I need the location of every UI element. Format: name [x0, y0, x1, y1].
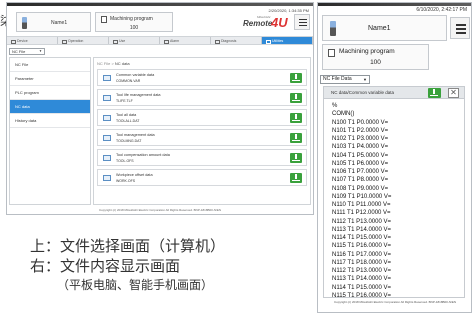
program-number: 100: [129, 25, 139, 31]
program-number: 100: [370, 59, 381, 66]
device-selector[interactable]: Name1: [322, 15, 447, 41]
sidebar-item-nc-file[interactable]: NC File: [10, 58, 90, 72]
file-description: Tool life management data: [116, 93, 161, 97]
program-title: Machining program: [339, 48, 395, 55]
download-button[interactable]: [290, 133, 302, 143]
datetime: 6/10/2020, 2:42:17 PM: [416, 7, 467, 13]
file-type-value: NC File Data: [323, 76, 352, 82]
tab-utilities[interactable]: Utilities: [262, 37, 313, 44]
caption-top: 上：文件选择画面（计算机）: [30, 238, 226, 255]
device-name: Name1: [51, 20, 68, 26]
datetime: 2/20/2020, 1:34:35 PM: [268, 8, 309, 13]
breadcrumb: NC File > NC data: [97, 61, 130, 66]
sidebar-item-nc-data[interactable]: NC data: [10, 100, 90, 114]
file-icon: [103, 115, 111, 121]
copyright-text: Copyright (c) 2018 Mitsubishi Electric C…: [98, 208, 222, 212]
logo-suffix: 4U: [271, 15, 288, 30]
file-icon: [103, 155, 111, 161]
file-name: COMMON.VAR: [116, 79, 141, 83]
remote4u-logo: Mitsubishi Remote 4U: [243, 15, 291, 31]
document-icon: [328, 49, 335, 57]
logo-word: Remote: [243, 19, 273, 28]
file-name: TOOLALL.DAT: [116, 119, 140, 123]
download-button[interactable]: [290, 93, 302, 103]
copyright-text: Copyright (c) 2018 Mitsubishi Electric C…: [333, 300, 457, 304]
download-button[interactable]: [290, 113, 302, 123]
device-selector[interactable]: Name1: [16, 12, 91, 32]
hamburger-menu-button[interactable]: [294, 14, 310, 30]
machining-program-box[interactable]: Machining program 100: [322, 44, 429, 70]
download-button[interactable]: [290, 173, 302, 183]
file-type-value: NC File: [12, 49, 26, 54]
tab-operation[interactable]: Operation: [58, 37, 109, 44]
top-stripe: [7, 3, 313, 6]
list-item[interactable]: Tool life management data TLIFE.TLF: [97, 89, 307, 106]
file-type-select[interactable]: NC File ▼: [9, 48, 45, 55]
breadcrumb-current: NC data: [114, 61, 130, 66]
file-description: Tool management data: [116, 133, 155, 137]
file-name: TOOLMNG.DAT: [116, 139, 142, 143]
tab-alarm[interactable]: Alarm: [160, 37, 211, 44]
file-content-text: % COMN() N100 T1 P0.0000 V= N101 T1 P2.0…: [332, 103, 392, 298]
file-icon: [103, 175, 111, 181]
tab-device[interactable]: Device: [7, 37, 58, 44]
tablet-file-content-screen: 6/10/2020, 2:42:17 PM Name1 Machining pr…: [317, 2, 472, 313]
chevron-down-icon: ▼: [363, 77, 367, 82]
chevron-down-icon: ▼: [39, 49, 42, 53]
file-name: TOOL.OFS: [116, 159, 134, 163]
file-description: Common variable data: [116, 73, 155, 77]
device-name: Name1: [368, 25, 391, 32]
top-stripe: [318, 3, 471, 6]
list-item[interactable]: Tool all data TOOLALL.DAT: [97, 109, 307, 126]
file-icon: [103, 135, 111, 141]
main-tab-bar: Device Operation Use Alarm Diagnosis Uti…: [7, 36, 313, 45]
panel-title: NC data/Common variable data: [331, 90, 395, 95]
sidebar-item-plc-program[interactable]: PLC program: [10, 86, 90, 100]
panel-header: NC data/Common variable data ✕: [324, 87, 464, 99]
list-item[interactable]: Common variable data COMMON.VAR: [97, 69, 307, 86]
pc-file-selection-screen: 2/20/2020, 1:34:35 PM Name1 Machining pr…: [6, 2, 314, 215]
file-name: WORK.OFS: [116, 179, 136, 183]
tab-use[interactable]: Use: [109, 37, 160, 44]
caption-devices: （平板电脑、智能手机画面）: [57, 278, 214, 292]
machining-program-box[interactable]: Machining program 100: [95, 12, 173, 32]
file-icon: [103, 75, 111, 81]
document-icon: [101, 16, 107, 23]
breadcrumb-root[interactable]: NC File: [97, 61, 110, 66]
sidebar-item-history-data[interactable]: History data: [10, 114, 90, 128]
download-button[interactable]: [290, 153, 302, 163]
download-button[interactable]: [290, 73, 302, 83]
sidebar-item-parameter[interactable]: Parameter: [10, 72, 90, 86]
file-description: Tool all data: [116, 113, 137, 117]
machine-icon: [22, 17, 27, 29]
sidebar: NC File Parameter PLC program NC data Hi…: [9, 57, 91, 205]
file-description: Workpiece offset data: [116, 173, 153, 177]
file-content-panel: NC data/Common variable data ✕ % COMN() …: [323, 86, 465, 298]
file-icon: [103, 95, 111, 101]
file-type-select[interactable]: NC File Data ▼: [320, 75, 370, 84]
close-icon[interactable]: ✕: [448, 88, 459, 98]
caption-right: 右：文件内容显示画面: [30, 258, 181, 275]
file-description: Tool compensation amount data: [116, 153, 170, 157]
file-list-panel: NC File > NC data Common variable data C…: [93, 57, 311, 205]
download-button[interactable]: [428, 88, 441, 98]
list-item[interactable]: Tool management data TOOLMNG.DAT: [97, 129, 307, 146]
tab-diagnosis[interactable]: Diagnosis: [211, 37, 262, 44]
list-item[interactable]: Tool compensation amount data TOOL.OFS: [97, 149, 307, 166]
file-name: TLIFE.TLF: [116, 99, 133, 103]
hamburger-menu-button[interactable]: [450, 17, 470, 39]
list-item[interactable]: Workpiece offset data WORK.OFS: [97, 169, 307, 186]
program-title: Machining program: [110, 16, 153, 22]
machine-icon: [330, 21, 336, 36]
